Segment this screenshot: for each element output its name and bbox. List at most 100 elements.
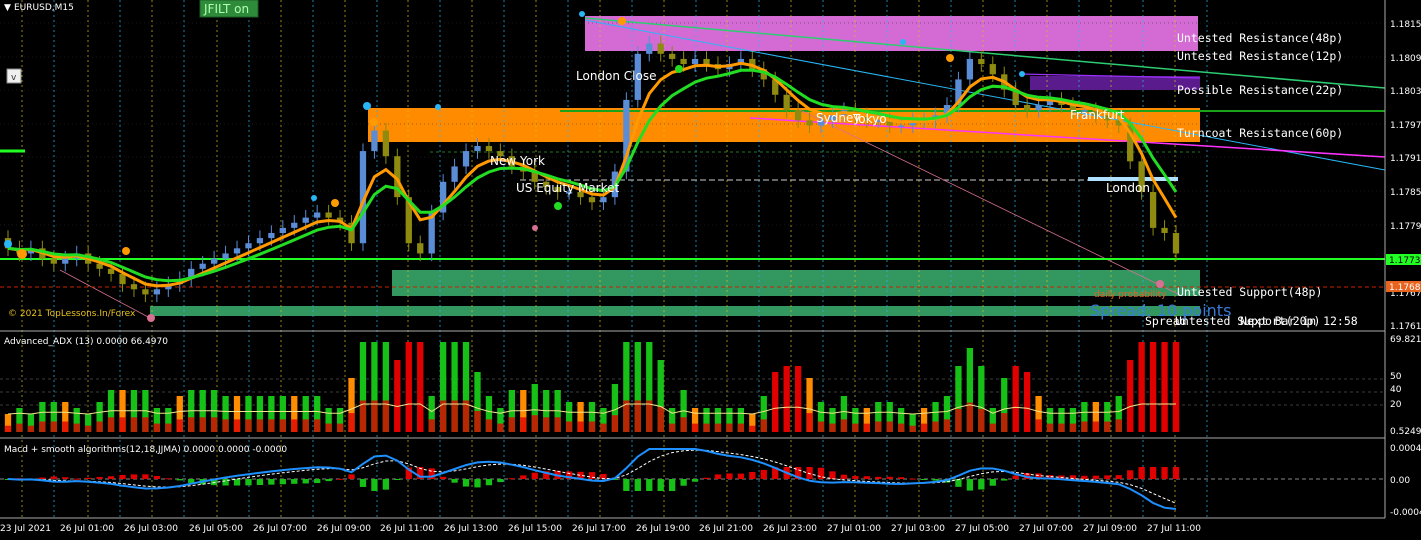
time-tick: 26 Jul 09:00	[317, 524, 371, 534]
macd-bar	[39, 477, 46, 479]
time-tick: 26 Jul 17:00	[572, 524, 626, 534]
macd-bar	[875, 476, 882, 479]
time-tick: 23 Jul 2021	[0, 524, 51, 534]
adx-bar-di	[875, 421, 882, 432]
price-tick: 1.18097	[1390, 54, 1421, 64]
probability-label: daily probability	[1094, 290, 1167, 300]
macd-bar	[336, 478, 344, 480]
adx-bar-di	[4, 425, 12, 432]
macd-bar	[749, 472, 756, 479]
adx-bar-di	[165, 423, 172, 432]
adx-bar-di	[1161, 400, 1168, 432]
adx-bar-di	[348, 413, 355, 432]
adx-bar-di	[153, 423, 161, 432]
macd-bar	[760, 469, 767, 479]
support-zone-48	[392, 270, 1200, 296]
macd-bar	[898, 477, 905, 479]
adx-bar-di	[1127, 406, 1134, 432]
macd-bar	[634, 479, 641, 491]
macd-bar	[462, 479, 470, 487]
adx-bar-di	[943, 419, 951, 432]
adx-bar-di	[119, 417, 126, 432]
symbol-label: EURUSD,M15	[14, 3, 74, 13]
time-tick: 26 Jul 11:00	[380, 524, 434, 534]
resistance-zone-48	[585, 16, 1198, 51]
adx-bar-di	[1069, 423, 1077, 432]
adx-bar-di	[920, 423, 928, 432]
macd-bar	[279, 479, 286, 485]
macd-bar	[1115, 475, 1122, 479]
label-tokyo: Tokyo	[852, 112, 887, 126]
adx-bar-di	[1046, 423, 1054, 432]
macd-bar	[165, 478, 172, 480]
time-tick: 26 Jul 15:00	[508, 524, 562, 534]
adx-bar-di	[508, 417, 515, 432]
time-tick: 26 Jul 23:00	[763, 524, 817, 534]
swing-dot	[435, 104, 441, 110]
adx-title: Advanced_ADX (13) 0.0000 66.4970	[4, 337, 168, 347]
time-tick: 27 Jul 05:00	[955, 524, 1009, 534]
macd-bar	[886, 476, 893, 479]
macd-bar	[451, 479, 458, 483]
adx-bar-di	[85, 425, 92, 432]
macd-bar	[508, 478, 515, 480]
swing-dot	[370, 118, 378, 126]
swing-dot	[532, 225, 538, 231]
macd-bar	[1149, 467, 1157, 479]
swing-dot	[946, 54, 954, 62]
jfilt-button-label: JFILT on	[203, 2, 249, 16]
collapse-arrow-icon[interactable]: ▼	[4, 3, 11, 13]
macd-bar	[932, 479, 939, 481]
adx-bar-di	[176, 419, 183, 432]
macd-bar	[245, 479, 252, 486]
swing-dot	[4, 240, 12, 248]
swing-dot	[579, 11, 585, 17]
adx-axis-tick: 40	[1390, 385, 1402, 395]
adx-bar-di	[806, 413, 813, 432]
label-resistance-22: Possible Resistance(22p)	[1177, 83, 1343, 97]
label-turncoat-60: Turncoat Resistance(60p)	[1177, 126, 1343, 140]
adx-bar-di	[96, 421, 103, 432]
adx-bar-di	[565, 421, 573, 432]
price-tick: 1.17796	[1390, 222, 1421, 232]
support-zone-20	[150, 306, 1200, 316]
adx-bar-di	[749, 425, 756, 432]
price-tick: 1.17970	[1390, 121, 1421, 131]
adx-bar-di	[714, 423, 722, 432]
swing-dot	[554, 202, 562, 210]
macd-bar	[966, 479, 974, 491]
adx-bar-di	[794, 408, 802, 432]
adx-bar-di	[634, 400, 641, 432]
time-tick: 27 Jul 09:00	[1083, 524, 1137, 534]
adx-bar-di	[130, 417, 138, 432]
macd-bar	[1161, 467, 1168, 479]
collapse-button[interactable]: v	[6, 68, 22, 84]
macd-bar	[268, 479, 275, 485]
red-price-value: 1.17684	[1389, 283, 1421, 293]
adx-bar-di	[302, 419, 309, 432]
adx-bar-di	[978, 408, 985, 432]
macd-axis-tick: 0.00	[1390, 476, 1410, 486]
macd-bar	[439, 476, 447, 479]
chart-canvas[interactable]: London Close New York US Equity Market S…	[0, 0, 1421, 536]
jfilt-button[interactable]: JFILT on	[199, 0, 259, 18]
adx-bar-di	[1115, 419, 1122, 432]
macd-bar	[73, 478, 80, 480]
macd-bar	[96, 476, 103, 479]
adx-bar-di	[497, 423, 504, 432]
adx-bar-di	[1104, 421, 1111, 432]
macd-bar	[1001, 479, 1008, 481]
adx-bar-di	[531, 415, 538, 432]
adx-bar-di	[669, 423, 676, 432]
macd-title: Macd + smooth algorithms(12,18,JJMA) 0.0…	[4, 445, 287, 455]
macd-bar	[703, 477, 710, 479]
swing-dot	[1156, 280, 1164, 288]
resistance-zone-22	[1030, 76, 1200, 90]
time-tick: 27 Jul 11:00	[1147, 524, 1201, 534]
time-tick: 26 Jul 13:00	[444, 524, 498, 534]
macd-bar	[325, 479, 332, 482]
label-london: London	[1106, 181, 1150, 195]
adx-bar-di	[611, 415, 619, 432]
macd-bar	[1092, 475, 1099, 479]
label-us-equity: US Equity Market	[516, 181, 620, 195]
